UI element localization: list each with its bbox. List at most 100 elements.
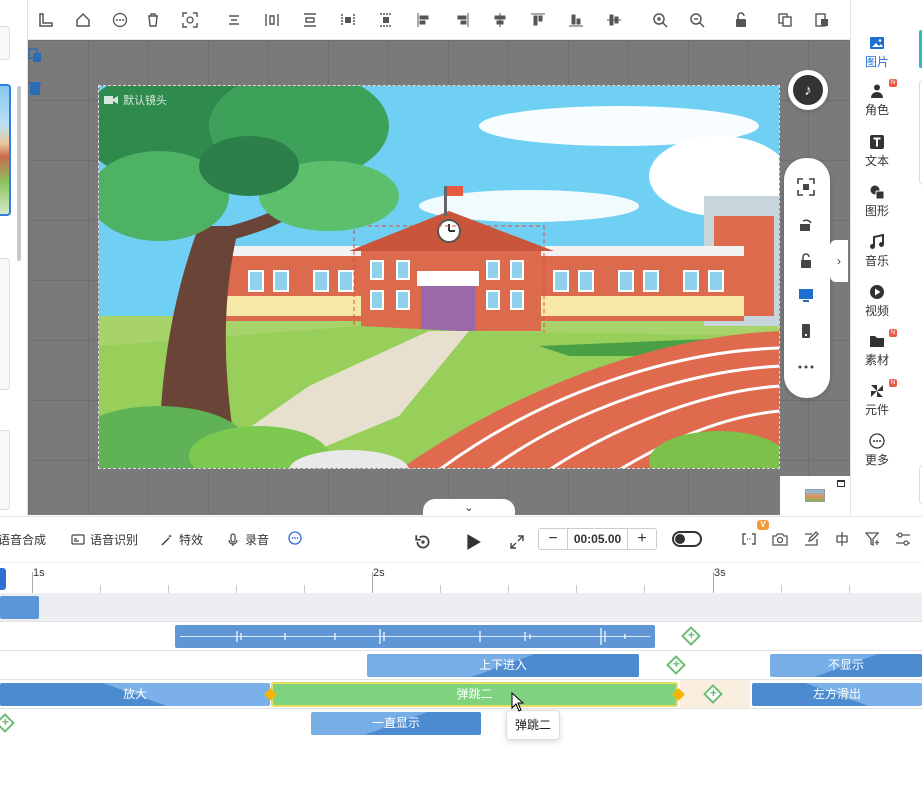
timeline-clip[interactable]	[0, 596, 39, 619]
thumbnail-scrollbar[interactable]	[17, 86, 21, 261]
timeline-clip-selected[interactable]: 弹跳二	[271, 682, 678, 707]
add-clip-button[interactable]: +	[666, 655, 686, 675]
timeline-toggle[interactable]	[672, 531, 702, 547]
align-top-icon[interactable]	[530, 12, 546, 28]
portrait-screen-icon[interactable]	[797, 322, 815, 340]
copy-icon[interactable]	[777, 12, 793, 28]
mini-preview[interactable]	[780, 476, 850, 516]
distribute-vertical-icon[interactable]	[302, 12, 318, 28]
align-middle-icon[interactable]	[492, 12, 508, 28]
ruler-label: 1s	[33, 567, 45, 579]
timeline-clip[interactable]: 一直显示	[311, 712, 481, 735]
add-clip-button[interactable]: +	[703, 684, 723, 704]
scene-thumbnail[interactable]	[0, 430, 10, 510]
unlock-icon[interactable]	[733, 12, 749, 28]
expand-icon	[510, 535, 524, 549]
home-icon[interactable]	[75, 12, 91, 28]
align-vertical-center-icon[interactable]	[606, 12, 622, 28]
record-button[interactable]: 录音	[226, 531, 269, 548]
filter-icon[interactable]	[865, 531, 881, 547]
split-frame-icon[interactable]	[741, 531, 757, 547]
same-height-icon[interactable]	[378, 12, 394, 28]
paste-icon[interactable]	[814, 12, 830, 28]
lock-icon[interactable]	[797, 252, 815, 270]
panel-item-materials[interactable]: N 素材	[851, 329, 903, 368]
panel-item-shapes[interactable]: 图形	[851, 184, 903, 219]
record-label: 录音	[245, 533, 270, 547]
more-options-icon[interactable]	[112, 12, 128, 28]
more-tools-button[interactable]	[288, 531, 302, 545]
timeline-clip[interactable]: 不显示	[770, 654, 922, 677]
replay-button[interactable]	[414, 533, 432, 551]
camera-snapshot-icon[interactable]	[772, 531, 788, 547]
align-left-icon[interactable]	[416, 12, 432, 28]
align-bottom-icon[interactable]	[568, 12, 584, 28]
zoom-out-icon[interactable]	[689, 12, 705, 28]
video-icon	[870, 285, 884, 299]
fullscreen-button[interactable]	[510, 535, 524, 549]
copy-scene-icon[interactable]	[28, 48, 42, 64]
duration-stepper[interactable]: − 00:05.00 +	[538, 528, 657, 550]
expand-panel-button[interactable]: ›	[830, 240, 848, 282]
caption-icon	[71, 533, 85, 545]
same-width-icon[interactable]	[340, 12, 356, 28]
effects-button[interactable]: 特效	[160, 531, 203, 548]
scene-thumbnail[interactable]	[0, 258, 10, 390]
timeline-track[interactable]	[0, 593, 922, 622]
timeline-controls: 语音合成 语音识别 特效 录音 − 00:05.00 + V	[0, 516, 922, 562]
clip-label: 不显示	[827, 658, 864, 672]
plus-icon: +	[687, 627, 695, 642]
settings-sliders-icon[interactable]	[895, 531, 911, 547]
add-clip-button[interactable]: +	[681, 626, 701, 646]
timeline-track[interactable]: +	[0, 622, 922, 651]
stage-canvas[interactable]	[98, 85, 780, 469]
asr-button[interactable]: 语音识别	[71, 531, 138, 548]
trash-icon[interactable]	[145, 12, 161, 28]
panel-item-music[interactable]: 音乐	[851, 234, 903, 269]
background-music-button[interactable]: ♪	[788, 70, 828, 110]
preview-thumbnail	[805, 489, 825, 502]
timeline-track[interactable]: + 一直显示	[0, 709, 922, 738]
align-center-horizontal-icon[interactable]	[226, 12, 242, 28]
landscape-screen-icon[interactable]	[797, 286, 815, 304]
play-button[interactable]	[464, 533, 482, 551]
more-icon[interactable]	[797, 358, 815, 376]
timeline-ruler[interactable]: 1s 2s 3s	[0, 562, 922, 594]
maximize-icon[interactable]	[837, 480, 845, 487]
panel-item-more[interactable]: 更多	[851, 433, 903, 468]
duration-decrease-button[interactable]: −	[539, 529, 567, 549]
align-right-icon[interactable]	[454, 12, 470, 28]
delete-scene-icon[interactable]	[28, 80, 42, 96]
panel-item-characters[interactable]: N 角色	[851, 79, 903, 118]
ruler-icon[interactable]	[38, 12, 54, 28]
fit-screen-icon[interactable]	[797, 178, 815, 196]
face-detect-icon[interactable]	[182, 12, 198, 28]
collapse-canvas-button[interactable]: ⌄	[423, 499, 515, 516]
distribute-horizontal-icon[interactable]	[264, 12, 280, 28]
panel-item-images[interactable]: 图片	[851, 35, 903, 70]
duration-increase-button[interactable]: +	[628, 529, 656, 549]
tts-button[interactable]: 语音合成	[0, 531, 46, 548]
scene-thumbnail-selected[interactable]	[0, 84, 11, 216]
timeline-track[interactable]: 放大 弹跳二 + 左方滑出	[0, 680, 922, 709]
scene-thumbnail[interactable]	[0, 26, 10, 60]
panel-item-video[interactable]: 视频	[851, 284, 903, 319]
timeline-track[interactable]: 上下进入 + 不显示	[0, 651, 922, 680]
edit-icon[interactable]	[803, 531, 819, 547]
timeline-clip[interactable]: 左方滑出	[752, 683, 922, 706]
image-icon	[870, 37, 884, 49]
audio-clip[interactable]	[175, 625, 655, 648]
pinwheel-icon	[871, 385, 883, 397]
resource-panel: 图片 N 角色 文本 图形 音乐 视频 N 素材 N 元件 更多	[850, 0, 922, 515]
timeline-clip[interactable]: 放大	[0, 683, 270, 706]
split-clip-icon[interactable]	[834, 531, 850, 547]
add-clip-button[interactable]: +	[0, 713, 15, 733]
new-badge: N	[889, 329, 897, 337]
rotate-icon[interactable]	[797, 216, 815, 234]
duration-value[interactable]: 00:05.00	[567, 529, 628, 549]
zoom-in-icon[interactable]	[652, 12, 668, 28]
timeline-clip[interactable]: 上下进入	[367, 654, 639, 677]
panel-item-text[interactable]: 文本	[851, 134, 903, 169]
panel-item-components[interactable]: N 元件	[851, 379, 903, 418]
playhead-handle[interactable]	[0, 568, 6, 590]
